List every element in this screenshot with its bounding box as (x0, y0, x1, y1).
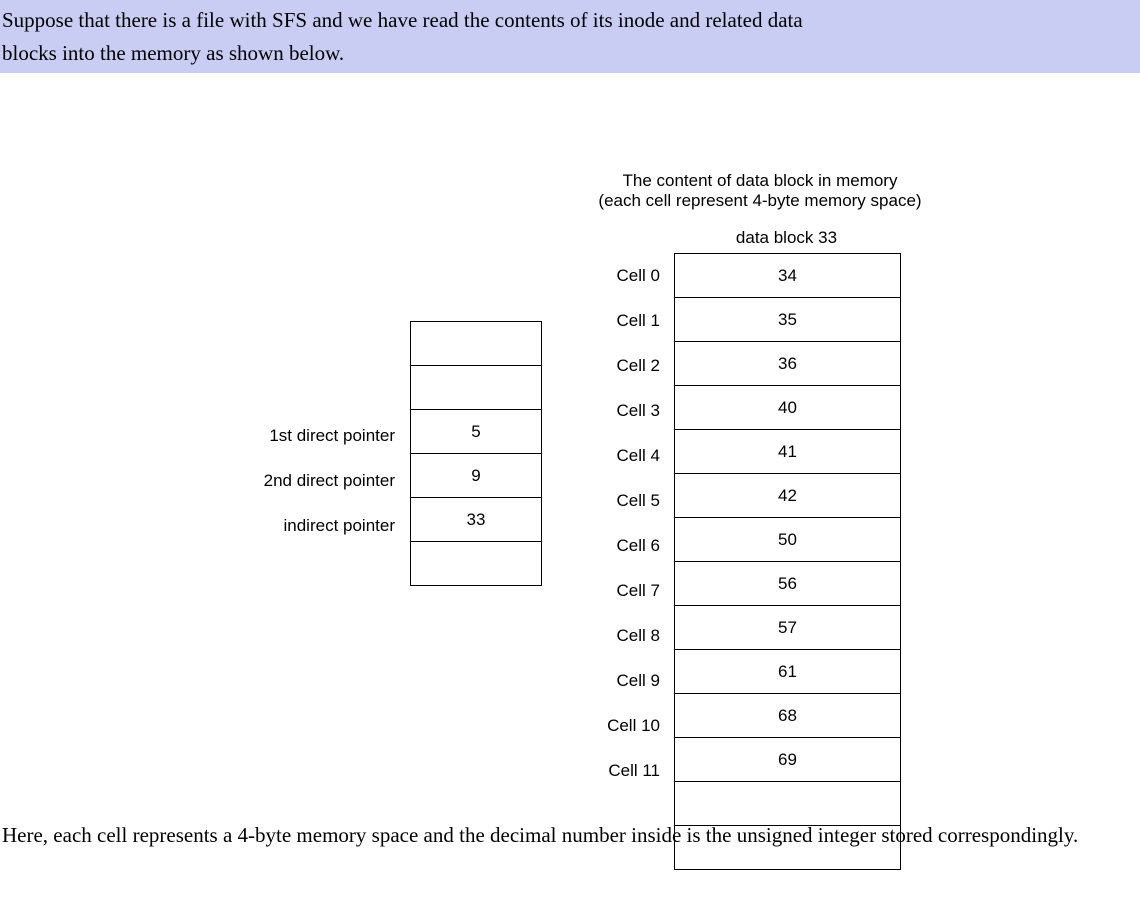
cell-label-0: Cell 0 (575, 253, 660, 298)
inode-cell-0 (411, 322, 542, 366)
inode-label-1st-direct: 1st direct pointer (180, 413, 395, 458)
block-cell-9: 61 (675, 650, 901, 694)
inode-pointer-labels: 1st direct pointer 2nd direct pointer in… (180, 413, 395, 548)
cell-label-11: Cell 11 (575, 748, 660, 793)
block-cell-12-empty (675, 782, 901, 826)
cell-label-3: Cell 3 (575, 388, 660, 433)
block-cell-8: 57 (675, 606, 901, 650)
cell-label-4: Cell 4 (575, 433, 660, 478)
data-block-title: data block 33 (674, 228, 899, 248)
intro-paragraph: Suppose that there is a file with SFS an… (0, 0, 1140, 73)
block-cell-13-empty (675, 826, 901, 870)
cell-label-7: Cell 7 (575, 568, 660, 613)
footer-paragraph: Here, each cell represents a 4-byte memo… (0, 819, 1140, 852)
block-cell-5: 42 (675, 474, 901, 518)
cell-label-1: Cell 1 (575, 298, 660, 343)
inode-cell-5 (411, 542, 542, 586)
caption-line-2: (each cell represent 4-byte memory space… (560, 191, 960, 211)
block-cell-6: 50 (675, 518, 901, 562)
diagram-caption: The content of data block in memory (eac… (560, 171, 960, 211)
block-cell-11: 69 (675, 738, 901, 782)
inode-cell-1st-direct: 5 (411, 410, 542, 454)
block-cell-2: 36 (675, 342, 901, 386)
cell-label-5: Cell 5 (575, 478, 660, 523)
inode-label-2nd-direct: 2nd direct pointer (180, 458, 395, 503)
block-cell-1: 35 (675, 298, 901, 342)
data-block-table: 34 35 36 40 41 42 50 56 57 61 68 69 (674, 253, 901, 870)
cell-label-6: Cell 6 (575, 523, 660, 568)
cell-label-2: Cell 2 (575, 343, 660, 388)
inode-cell-indirect: 33 (411, 498, 542, 542)
inode-table: 5 9 33 (410, 321, 542, 586)
cell-label-8: Cell 8 (575, 613, 660, 658)
intro-line-2: blocks into the memory as shown below. (2, 41, 344, 65)
inode-cell-1 (411, 366, 542, 410)
cell-label-10: Cell 10 (575, 703, 660, 748)
cell-index-labels: Cell 0 Cell 1 Cell 2 Cell 3 Cell 4 Cell … (575, 253, 660, 793)
cell-label-9: Cell 9 (575, 658, 660, 703)
diagram-wrapper: The content of data block in memory (eac… (0, 73, 1100, 813)
block-cell-7: 56 (675, 562, 901, 606)
caption-line-1: The content of data block in memory (560, 171, 960, 191)
block-cell-3: 40 (675, 386, 901, 430)
intro-line-1: Suppose that there is a file with SFS an… (2, 8, 803, 32)
inode-label-indirect: indirect pointer (180, 503, 395, 548)
block-cell-4: 41 (675, 430, 901, 474)
inode-cell-2nd-direct: 9 (411, 454, 542, 498)
block-cell-10: 68 (675, 694, 901, 738)
block-cell-0: 34 (675, 254, 901, 298)
